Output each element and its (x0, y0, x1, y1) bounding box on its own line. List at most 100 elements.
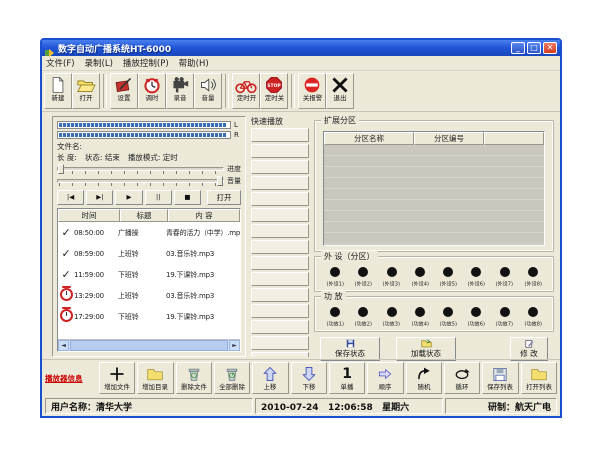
cell-content: 19.下课铃.mp3 (166, 312, 240, 322)
button-label: 打开 (80, 95, 93, 101)
scroll-left-icon[interactable] (58, 340, 69, 351)
player-next-button[interactable]: ▶| (86, 190, 113, 205)
led-indicator: (外设1) (321, 267, 349, 288)
scrollbar-thumb[interactable] (70, 340, 228, 351)
modify-button[interactable]: 修 改 (510, 337, 548, 361)
move-up-button[interactable]: 上移 (252, 362, 288, 394)
single-play-button[interactable]: 1 单播 (329, 362, 365, 394)
quick-play-button[interactable] (251, 224, 309, 238)
player-stop-button[interactable]: ■ (174, 190, 201, 205)
move-down-button[interactable]: 下移 (291, 362, 327, 394)
adjust-time-button[interactable]: 调时 (138, 73, 166, 109)
timer-off-button[interactable]: STOP 定时关 (260, 73, 288, 109)
minimize-button[interactable]: _ (511, 42, 525, 54)
quick-play-button[interactable] (251, 320, 309, 334)
table-row[interactable]: 17:29:00下班铃19.下课铃.mp3 (58, 306, 240, 327)
add-directory-button[interactable]: 增加目录 (137, 362, 173, 394)
quick-play-button[interactable] (251, 304, 309, 318)
menu-file[interactable]: 文件(F) (46, 57, 75, 69)
alarm-off-button[interactable]: 关报警 (298, 73, 326, 109)
quick-play-button[interactable] (251, 208, 309, 222)
progress-slider[interactable] (57, 164, 224, 174)
column-title[interactable]: 标题 (120, 209, 168, 222)
delete-file-button[interactable]: 删除文件 (176, 362, 212, 394)
menu-play-control[interactable]: 播放控制(P) (123, 57, 169, 69)
led-label: (功放8) (524, 320, 541, 328)
player-pause-button[interactable]: || (145, 190, 172, 205)
volume-slider[interactable] (57, 176, 224, 186)
new-button[interactable]: 新建 (44, 73, 72, 109)
settings-icon (114, 75, 134, 95)
volume-button[interactable]: 音量 (194, 73, 222, 109)
scroll-right-icon[interactable] (229, 340, 240, 351)
record-button[interactable]: 录音 (166, 73, 194, 109)
button-label: 定时开 (236, 95, 255, 101)
table-row (324, 178, 544, 189)
peripheral-leds: (外设1)(外设2)(外设3)(外设4)(外设5)(外设6)(外设7)(外设8) (315, 257, 553, 291)
led-indicator: (外设2) (349, 267, 377, 288)
table-row[interactable]: 13:29:00上班铃03.音乐铃.mp3 (58, 285, 240, 306)
alarm-icon (58, 309, 74, 324)
table-row (324, 200, 544, 211)
vu-meter-left-row: L (57, 121, 241, 129)
close-button[interactable]: ✕ (543, 42, 557, 54)
column-partition-number[interactable]: 分区编号 (414, 132, 484, 145)
column-blank[interactable] (484, 132, 544, 145)
save-state-button[interactable]: 保存状态 (320, 337, 380, 361)
led-indicator: (外设3) (378, 267, 406, 288)
player-open-button[interactable]: 打开 (207, 190, 241, 205)
column-content[interactable]: 内 容 (168, 209, 240, 222)
led-dot (387, 307, 397, 317)
table-row[interactable]: ✓08:59:00上班铃03.音乐铃.mp3 (58, 243, 240, 264)
led-indicator: (功放5) (434, 307, 462, 328)
meter-label-r: R (234, 131, 241, 139)
partition-header: 分区名称 分区编号 (324, 132, 544, 145)
menu-record[interactable]: 录制(L) (85, 57, 113, 69)
quick-play-button[interactable] (251, 160, 309, 174)
volume-thumb[interactable] (217, 176, 223, 186)
quick-play-button[interactable] (251, 256, 309, 270)
led-indicator: (功放1) (321, 307, 349, 328)
player-info-link[interactable]: 播放器信息 (45, 362, 97, 394)
peripheral-group: 外 设（分区） (外设1)(外设2)(外设3)(外设4)(外设5)(外设6)(外… (314, 256, 554, 292)
quick-play-button[interactable] (251, 176, 309, 190)
timer-on-button[interactable]: 定时开 (232, 73, 260, 109)
cell-time: 08:59:00 (74, 250, 118, 258)
add-file-button[interactable]: 增加文件 (99, 362, 135, 394)
player-prev-button[interactable]: |◀ (57, 190, 84, 205)
open-list-icon (529, 364, 549, 384)
open-button[interactable]: 打开 (72, 73, 100, 109)
delete-all-button[interactable]: 全部删除 (214, 362, 250, 394)
loop-button[interactable]: 循环 (444, 362, 480, 394)
cell-time: 17:29:00 (74, 313, 118, 321)
maximize-button[interactable]: □ (527, 42, 541, 54)
toolbar-separator (291, 74, 295, 108)
settings-button[interactable]: 设置 (110, 73, 138, 109)
player-play-button[interactable]: ▶ (115, 190, 142, 205)
menu-help[interactable]: 帮助(H) (179, 57, 209, 69)
column-partition-name[interactable]: 分区名称 (324, 132, 414, 145)
status-bar: 用户名称：清华大学 2010-07-24 12:06:58 星期六 研制：航天广… (42, 396, 560, 416)
progress-thumb[interactable] (58, 164, 64, 174)
loop-icon (452, 364, 472, 384)
quick-play-button[interactable] (251, 128, 309, 142)
exit-button[interactable]: 退出 (326, 73, 354, 109)
title-bar[interactable]: 数字自动广播系统HT-6000 _ □ ✕ (42, 40, 560, 56)
save-list-button[interactable]: 保存列表 (482, 362, 518, 394)
table-row[interactable]: ✓11:59:00下班铃19.下课铃.mp3 (58, 264, 240, 285)
load-folder-icon (421, 339, 432, 348)
quick-play-button[interactable] (251, 192, 309, 206)
quick-play-button[interactable] (251, 240, 309, 254)
quick-play-button[interactable] (251, 144, 309, 158)
open-list-button[interactable]: 打开列表 (521, 362, 557, 394)
horizontal-scrollbar[interactable] (58, 339, 240, 351)
sequence-button[interactable]: 顺序 (367, 362, 403, 394)
quick-play-button[interactable] (251, 272, 309, 286)
table-row[interactable]: ✓08:50:00广播操青春的活力（中学）.mp3 (58, 222, 240, 243)
random-button[interactable]: 随机 (406, 362, 442, 394)
load-state-button[interactable]: 加载状态 (396, 337, 456, 361)
quick-play-button[interactable] (251, 352, 309, 357)
column-time[interactable]: 时间 (58, 209, 120, 222)
quick-play-button[interactable] (251, 336, 309, 350)
quick-play-button[interactable] (251, 288, 309, 302)
